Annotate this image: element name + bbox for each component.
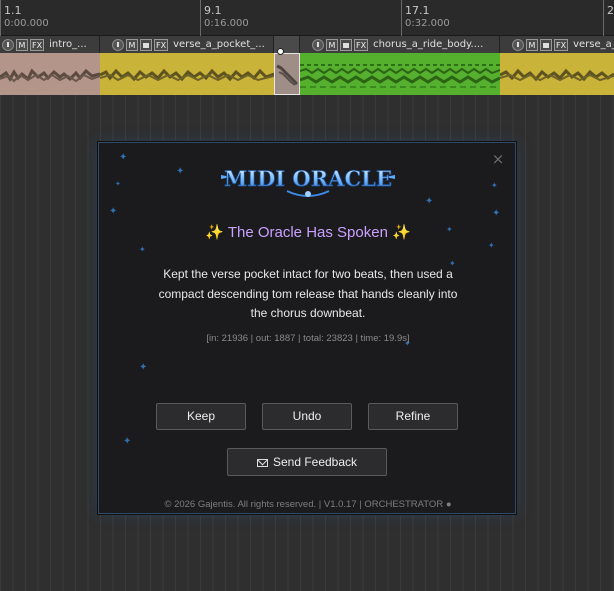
ruler-bar-label: 1.1 [4, 4, 22, 17]
ruler-marker: 25 [603, 0, 614, 36]
midi-item-verse-2[interactable] [500, 53, 614, 95]
oracle-token-stats: [in: 21936 | out: 1887 | total: 23823 | … [206, 333, 410, 344]
ruler-time-label: 0:32.000 [405, 18, 450, 29]
midi-item-notes [0, 53, 100, 95]
ruler-bar-label: 17.1 [405, 4, 430, 17]
item-header-chorus[interactable]: M FX chorus_a_ride_body.... [300, 36, 500, 53]
item-fx-button[interactable]: FX [154, 38, 169, 51]
midi-oracle-dialog: ✦ ✦ ✦ ✦ ✦ ✦ ✦ ✦ ✦ ✦ ✦ ✦ ✦ ✦ × MIDI ORACL… [98, 142, 516, 514]
star-decoration-icon: ✦ [115, 180, 121, 188]
item-volume-knob-icon[interactable] [512, 38, 524, 51]
item-mute-button[interactable]: M [526, 38, 538, 51]
midi-item-intro[interactable] [0, 53, 100, 95]
sparkle-icon: ✨ [392, 224, 411, 241]
item-mute-button[interactable]: M [326, 38, 338, 51]
midi-oracle-logo: MIDI ORACLE [221, 166, 395, 197]
midi-item-notes [100, 53, 274, 95]
close-icon[interactable]: × [491, 152, 505, 167]
logo-text: MIDI ORACLE [224, 166, 392, 191]
envelope-icon [256, 459, 268, 467]
ruler-bar-label: 9.1 [204, 4, 222, 17]
item-mute-button[interactable]: M [16, 38, 28, 51]
item-name: verse_a_pocket_... [173, 39, 265, 50]
ruler-marker: 9.1 0:16.000 [200, 0, 249, 36]
star-decoration-icon: ✦ [491, 181, 498, 190]
star-decoration-icon: ✦ [109, 206, 118, 217]
item-mute-button[interactable]: M [126, 38, 138, 51]
send-feedback-button[interactable]: Send Feedback [227, 448, 387, 476]
item-fx-button[interactable]: FX [354, 38, 369, 51]
star-decoration-icon: ✦ [425, 196, 434, 207]
item-volume-knob-icon[interactable] [2, 38, 14, 51]
star-decoration-icon: ✦ [119, 152, 128, 163]
item-fx-button[interactable]: FX [554, 38, 569, 51]
item-header-verse-2[interactable]: M FX verse_a_ [500, 36, 614, 53]
star-decoration-icon: ✦ [139, 362, 148, 373]
item-header-intro[interactable]: M FX intro_... [0, 36, 100, 53]
item-volume-knob-icon[interactable] [112, 38, 124, 51]
item-name: chorus_a_ride_body.... [373, 39, 484, 50]
item-header-verse[interactable]: M FX verse_a_pocket_... [100, 36, 274, 53]
item-lane [0, 53, 614, 95]
ruler-time-label: 0:00.000 [4, 18, 49, 29]
star-decoration-icon: ✦ [492, 208, 501, 219]
midi-item-notes [500, 53, 614, 95]
midi-item-chorus[interactable] [300, 53, 500, 95]
midi-item-notes [300, 53, 500, 95]
refine-button[interactable]: Refine [368, 403, 458, 430]
oracle-message: Kept the verse pocket intact for two bea… [158, 267, 458, 320]
ruler-marker: 17.1 0:32.000 [401, 0, 450, 36]
ruler-time-label: 0:16.000 [204, 18, 249, 29]
midi-item-notes [275, 54, 299, 94]
star-decoration-icon: ✦ [123, 436, 132, 447]
undo-button[interactable]: Undo [262, 403, 352, 430]
sparkle-icon: ✨ [205, 224, 224, 241]
item-volume-knob-icon[interactable] [312, 38, 324, 51]
timeline-ruler[interactable]: 1.1 0:00.000 9.1 0:16.000 17.1 0:32.000 … [0, 0, 614, 36]
oracle-heading: ✨ The Oracle Has Spoken ✨ [99, 223, 517, 241]
item-lock-icon[interactable] [540, 38, 552, 51]
item-fx-button[interactable]: FX [30, 38, 45, 51]
star-decoration-icon: ✦ [139, 245, 146, 254]
item-lock-icon[interactable] [140, 38, 152, 51]
midi-item-verse[interactable] [100, 53, 274, 95]
dialog-footer: © 2026 Gajentis. All rights reserved. | … [164, 499, 452, 510]
keep-button[interactable]: Keep [156, 403, 246, 430]
star-decoration-icon: ✦ [488, 241, 495, 250]
midi-item-fill-selected[interactable] [274, 53, 300, 95]
ruler-marker: 1.1 0:00.000 [0, 0, 49, 36]
item-name: verse_a_ [573, 39, 614, 50]
oracle-heading-text: The Oracle Has Spoken [227, 224, 388, 241]
item-name: intro_... [49, 39, 87, 50]
star-decoration-icon: ✦ [176, 166, 185, 177]
send-feedback-label: Send Feedback [272, 455, 358, 469]
item-lock-icon[interactable] [340, 38, 352, 51]
playhead-handle[interactable] [277, 48, 284, 55]
ruler-bar-label: 25 [607, 4, 614, 17]
item-header-strip: M FX intro_... M FX verse_a_pocket_... M… [0, 36, 614, 53]
